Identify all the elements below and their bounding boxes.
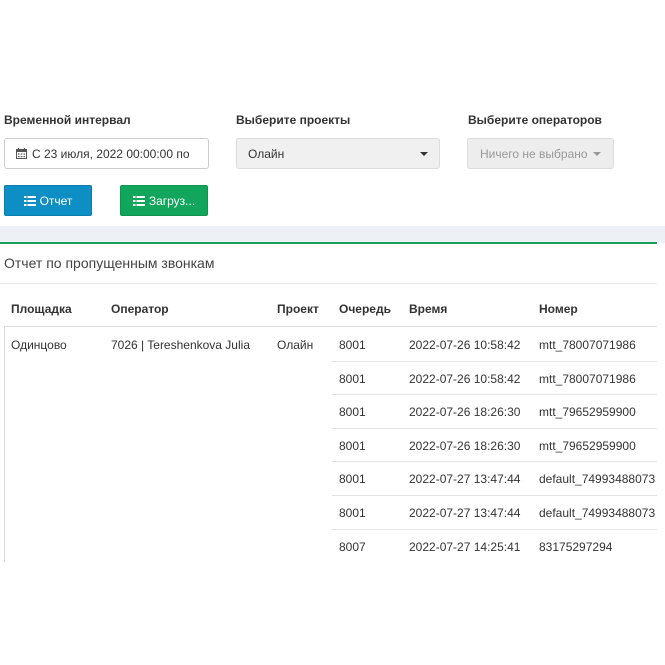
list-icon [23,195,36,206]
operators-select-placeholder: Ничего не выбрано [480,146,588,161]
row-divider [332,529,657,530]
interval-label: Временной интервал [4,113,131,127]
operators-select[interactable]: Ничего не выбрано [467,138,614,169]
report-button[interactable]: Отчет [4,185,92,216]
report-button-label: Отчет [39,193,73,208]
column-header-queue: Очередь [339,302,391,316]
calendar-icon [16,148,27,159]
report-title: Отчет по пропущенным звонкам [4,255,215,271]
cell-time: 2022-07-27 13:47:44 [409,506,521,520]
row-divider [332,428,657,429]
cell-queue: 8001 [339,506,366,520]
cell-queue: 8007 [339,540,366,554]
download-button[interactable]: Загруз... [120,185,208,216]
operators-label: Выберите операторов [468,113,602,127]
date-range-value: С 23 июля, 2022 00:00:00 по [32,146,190,161]
accent-line [0,242,657,244]
column-header-site: Площадка [11,302,72,316]
cell-queue: 8001 [339,405,366,419]
column-header-project: Проект [277,302,319,316]
cell-time: 2022-07-26 18:26:30 [409,439,521,453]
list-icon [132,195,145,206]
cell-queue: 8001 [339,472,366,486]
projects-select-value: Олайн [248,146,285,161]
column-header-time: Время [409,302,448,316]
column-header-operator: Оператор [111,302,169,316]
chevron-down-icon [593,152,601,156]
divider [4,326,657,327]
cell-queue: 8001 [339,439,366,453]
cell-queue: 8001 [339,372,366,386]
cell-time: 2022-07-27 13:47:44 [409,472,521,486]
cell-number: default_74993488073 [539,472,656,486]
cell-number: mtt_79652959900 [539,439,636,453]
cell-time: 2022-07-27 14:25:41 [409,540,521,554]
projects-select[interactable]: Олайн [236,138,440,169]
table-border [4,326,5,562]
cell-number: mtt_79652959900 [539,405,636,419]
cell-site: Одинцово [11,338,67,352]
row-divider [332,495,657,496]
cell-number: 83175297294 [539,540,613,554]
section-separator [0,226,665,243]
cell-number: mtt_78007071986 [539,338,636,352]
cell-number: default_74993488073 [539,506,656,520]
cell-time: 2022-07-26 10:58:42 [409,372,521,386]
chevron-down-icon [420,152,428,156]
cell-time: 2022-07-26 10:58:42 [409,338,521,352]
cell-project: Олайн [277,338,314,352]
date-range-input[interactable]: С 23 июля, 2022 00:00:00 по [4,138,209,169]
download-button-label: Загруз... [148,193,196,208]
column-header-number: Номер [539,302,578,316]
cell-queue: 8001 [339,338,366,352]
projects-label: Выберите проекты [236,113,351,127]
divider [0,283,657,284]
cell-number: mtt_78007071986 [539,372,636,386]
cell-operator: 7026 | Tereshenkova Julia [111,338,250,352]
row-divider [332,394,657,395]
row-divider [332,361,657,362]
cell-time: 2022-07-26 18:26:30 [409,405,521,419]
row-divider [332,461,657,462]
